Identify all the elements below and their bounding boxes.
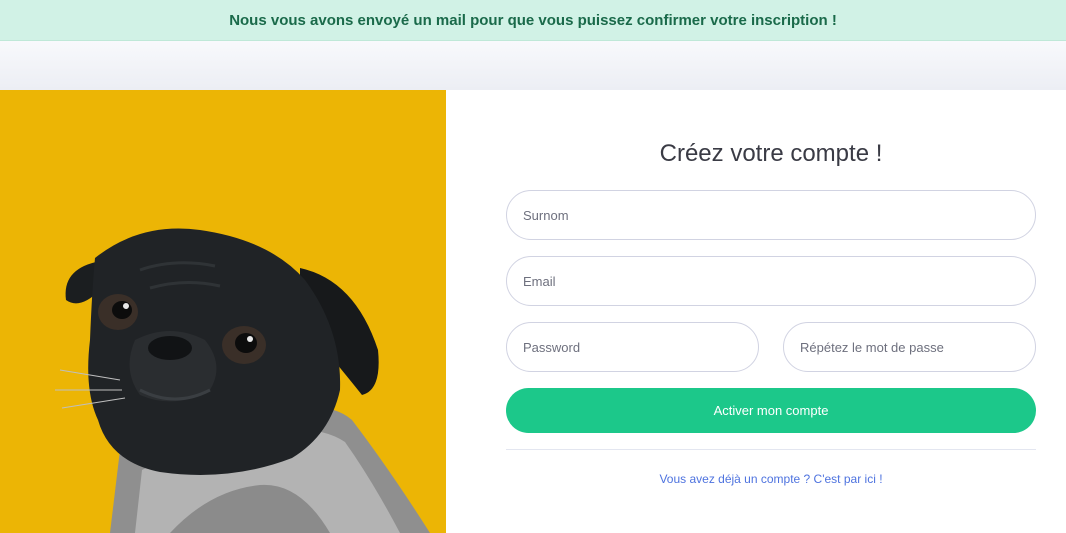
success-alert: Nous vous avons envoyé un mail pour que … — [0, 0, 1066, 41]
activate-account-button[interactable]: Activer mon compte — [506, 388, 1036, 433]
form-title: Créez votre compte ! — [659, 140, 883, 167]
header-band — [0, 41, 1066, 90]
pug-photo — [0, 90, 446, 533]
email-input[interactable] — [506, 256, 1036, 306]
password-input[interactable] — [506, 322, 759, 372]
login-link[interactable]: Vous avez déjà un compte ? C'est par ici… — [506, 472, 1036, 486]
register-form: Créez votre compte ! Activer mon compte … — [446, 90, 1066, 533]
surnom-input[interactable] — [506, 190, 1036, 240]
alert-message: Nous vous avons envoyé un mail pour que … — [229, 11, 837, 29]
divider — [506, 449, 1036, 450]
password-repeat-input[interactable] — [783, 322, 1036, 372]
